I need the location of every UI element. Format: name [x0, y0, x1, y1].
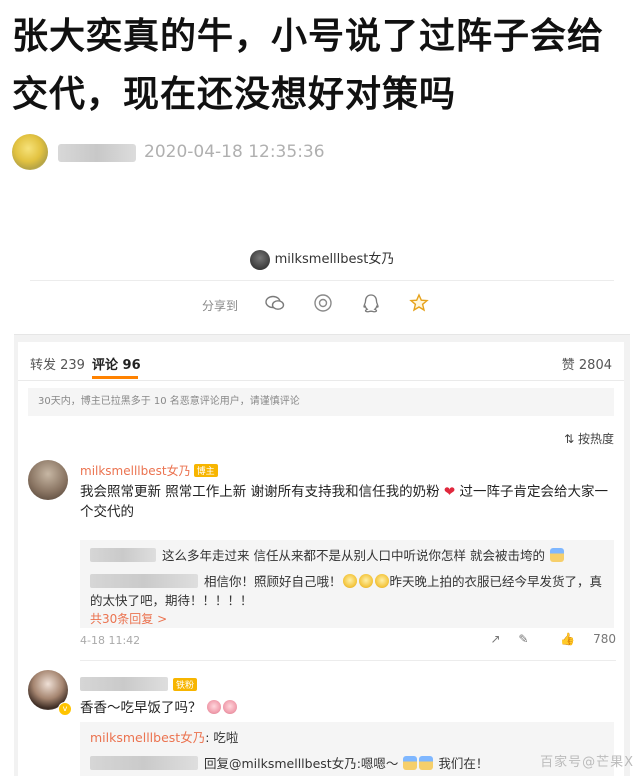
tab-like[interactable]: 赞 2804: [562, 354, 612, 373]
comment-text-part-a: 我会照常更新 照常工作上新 谢谢所有支持我和信任我的奶粉: [80, 484, 440, 500]
author-avatar[interactable]: [12, 134, 48, 170]
like-button[interactable]: 👍 780: [546, 632, 616, 646]
verified-badge-icon: v: [58, 702, 72, 716]
more-replies-link[interactable]: 共30条回复 >: [90, 610, 167, 627]
reply-line: milksmelllbest女乃: 吃啦: [90, 728, 606, 747]
weibo-screenshot: milksmelllbest女乃 分享到 转发 239 评论 96 赞 2804: [14, 222, 630, 776]
share-row: 分享到: [14, 292, 630, 320]
sort-label: 按热度: [577, 432, 614, 446]
reply-text: 相信你！照顾好自己哦！: [204, 574, 342, 589]
sort-by-hot[interactable]: ⇅ 按热度: [564, 430, 614, 447]
reply-text: : 吃啦: [205, 730, 239, 745]
comment-author-blurred: [80, 677, 168, 691]
divider: [80, 660, 616, 661]
shocked-emoji-icon: [374, 574, 389, 588]
fan-emoji-icon: [549, 548, 564, 562]
pig-emoji-icon: [222, 700, 237, 714]
comment-section: 转发 239 评论 96 赞 2804 30天内，博主已拉黑多于 10 名恶意评…: [18, 342, 624, 776]
wechat-icon[interactable]: [264, 292, 286, 314]
comment-author[interactable]: 铁粉: [80, 674, 198, 693]
avatar[interactable]: [28, 460, 68, 500]
thumbs-up-icon: 👍: [560, 632, 576, 646]
active-tab-indicator: [92, 376, 138, 379]
author-badge: 博主: [193, 464, 218, 477]
watermark: 百家号@芒果X: [540, 755, 634, 770]
share-icon[interactable]: ↗: [491, 632, 501, 646]
tab-comment[interactable]: 评论 96: [92, 354, 141, 373]
comment-text: 香香～吃早饭了吗？: [80, 696, 238, 716]
heart-icon: ❤: [439, 484, 456, 500]
share-label: 分享到: [202, 299, 239, 313]
reply-user-blurred: [90, 548, 156, 562]
reply-line: 这么多年走过来 信任从来都不是从别人口中听说你怎样 就会被击垮的: [90, 546, 606, 565]
post-user[interactable]: milksmelllbest女乃: [14, 248, 630, 270]
reply-line: 回复@milksmelllbest女乃:嗯嗯～ 我们在！: [90, 754, 606, 773]
qq-icon[interactable]: [360, 292, 382, 314]
fan-emoji-icon: [403, 756, 418, 770]
reply-line: 相信你！照顾好自己哦！ 昨天晚上拍的衣服已经今早发货了，真的太快了吧，期待！！！！…: [90, 572, 606, 610]
comment-text-body: 香香～吃早饭了吗？: [80, 700, 202, 716]
post-timestamp: 2020-04-18 12:35:36: [144, 142, 325, 162]
like-count: 780: [593, 632, 616, 646]
author-name-blurred: [58, 144, 136, 162]
author-row: 2020-04-18 12:35:36: [12, 134, 632, 172]
post-username: milksmelllbest女乃: [274, 252, 395, 267]
shocked-emoji-icon: [358, 574, 373, 588]
moments-icon[interactable]: [312, 292, 334, 314]
comment-author-name: milksmelllbest女乃: [80, 464, 191, 478]
fan-emoji-icon: [419, 756, 434, 770]
comment-actions: ↗ ✎ 👍 780: [477, 632, 616, 646]
comment-footer: 4-18 11:42 ↗ ✎ 👍 780: [80, 632, 616, 650]
comment-time: 4-18 11:42: [80, 634, 141, 647]
tab-repost[interactable]: 转发 239: [30, 354, 85, 373]
comment-text: 我会照常更新 照常工作上新 谢谢所有支持我和信任我的奶粉 ❤ 过一阵子肯定会给大…: [80, 482, 616, 522]
comment-notice: 30天内，博主已拉黑多于 10 名恶意评论用户，请谨慎评论: [28, 388, 614, 416]
author-badge: 铁粉: [173, 678, 198, 691]
post-header-panel: milksmelllbest女乃 分享到: [14, 222, 630, 335]
reply-text: 回复@milksmelllbest女乃:嗯嗯～: [204, 756, 399, 771]
reply-box: 这么多年走过来 信任从来都不是从别人口中听说你怎样 就会被击垮的 相信你！照顾好…: [80, 540, 614, 628]
reply-box: milksmelllbest女乃: 吃啦 回复@milksmelllbest女乃…: [80, 722, 614, 776]
reply-user-blurred: [90, 756, 198, 770]
shocked-emoji-icon: [342, 574, 357, 588]
comment-author[interactable]: milksmelllbest女乃 博主: [80, 462, 218, 479]
reply-text-tail: 我们在！: [438, 756, 489, 771]
reply-icon[interactable]: ✎: [518, 632, 528, 646]
reply-user-blurred: [90, 574, 198, 588]
headline: 张大奕真的牛，小号说了过阵子会给交代，现在还没想好对策吗: [12, 16, 605, 115]
divider: [30, 280, 614, 281]
reply-text: 这么多年走过来 信任从来都不是从别人口中听说你怎样 就会被击垮的: [162, 548, 545, 563]
pig-emoji-icon: [206, 700, 221, 714]
reply-user[interactable]: milksmelllbest女乃: [90, 730, 205, 745]
tab-bar: 转发 239 评论 96 赞 2804: [18, 342, 624, 381]
favorite-star-icon[interactable]: [408, 292, 430, 314]
sort-icon: ⇅: [564, 432, 575, 446]
user-avatar-small: [249, 249, 270, 270]
